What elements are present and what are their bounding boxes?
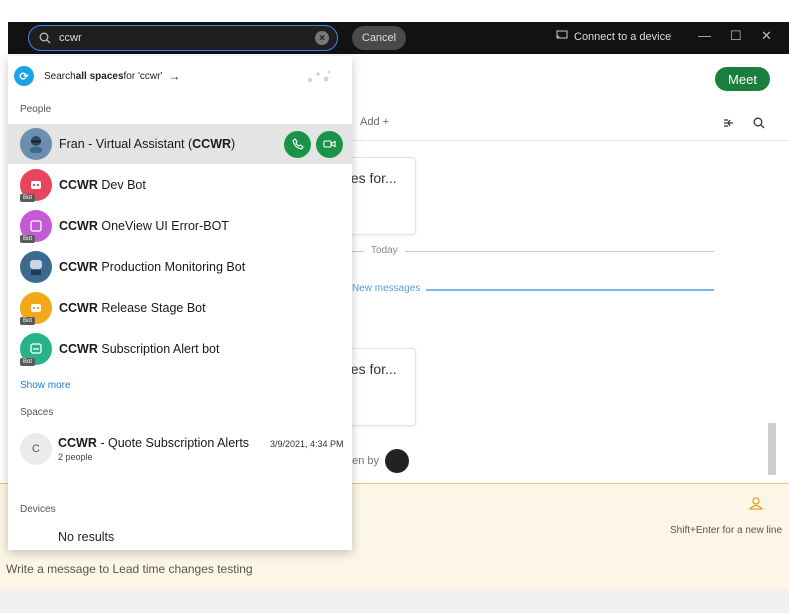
space-title: CCWR - Quote Subscription Alerts [58,436,250,450]
cancel-button[interactable]: Cancel [352,26,406,50]
bottom-strip [0,589,789,613]
no-results-text: No results [58,530,115,544]
shift-enter-hint: Shift+Enter for a new line [670,525,783,536]
clear-search-icon[interactable]: × [315,31,329,45]
person-name: CCWR OneView UI Error-BOT [59,219,229,233]
new-messages-label: New messages [346,283,427,294]
close-icon[interactable]: ✕ [761,28,772,44]
people-icon[interactable] [748,496,764,515]
person-result[interactable]: Bot CCWR Release Stage Bot [8,288,352,328]
audio-call-button[interactable] [284,130,311,158]
person-result[interactable]: Bot CCWR Dev Bot [8,165,352,205]
maximize-icon[interactable]: ☐ [730,28,742,44]
bot-avatar: Bot [20,210,52,243]
person-result[interactable]: CCWR Production Monitoring Bot [8,247,352,287]
devices-section-label: Devices [20,504,56,515]
connect-device-button[interactable]: Connect to a device [556,30,671,43]
person-name: CCWR Subscription Alert bot [59,342,220,356]
video-call-button[interactable] [316,130,343,158]
space-subtitle: 2 people [58,452,93,462]
space-text: CCWR - Quote Subscription Alerts 2 peopl… [58,436,249,462]
person-name: Fran - Virtual Assistant (CCWR) [59,137,236,151]
search-all-bold: all spaces [75,70,124,82]
person-result[interactable]: Fran - Virtual Assistant (CCWR) [8,124,352,164]
bot-badge: Bot [20,235,36,243]
minimize-icon[interactable]: — [698,28,711,43]
space-result[interactable]: C CCWR - Quote Subscription Alerts 2 peo… [20,430,350,468]
space-avatar: C [20,433,52,465]
search-all-spaces-link[interactable]: ⟳ Search all spaces for 'ccwr' → [14,66,180,86]
connect-label: Connect to a device [574,30,672,43]
header-icons [722,116,765,134]
app-window: × Cancel Connect to a device — ☐ ✕ Meet … [0,0,789,613]
bot-avatar: Bot [20,169,52,202]
person-result[interactable]: Bot CCWR Subscription Alert bot [8,329,352,369]
show-more-link[interactable]: Show more [20,380,71,391]
title-bar: × Cancel Connect to a device — ☐ ✕ [8,22,789,54]
spaces-section-label: Spaces [20,407,54,418]
scrollbar[interactable] [768,423,776,475]
person-result[interactable]: Bot CCWR OneView UI Error-BOT [8,206,352,246]
people-section-label: People [20,104,52,115]
bot-badge: Bot [20,194,36,202]
avatar[interactable] [385,449,410,473]
loading-dots-icon [307,70,331,83]
message-input[interactable]: Write a message to Lead time changes tes… [6,562,253,576]
phone-icon [291,138,304,150]
today-label: Today [364,245,405,256]
search-box[interactable]: × [28,25,338,51]
bot-badge: Bot [20,358,36,366]
search-results-dropdown: ⟳ Search all spaces for 'ccwr' → People … [8,56,352,550]
seen-by: een by [346,449,410,473]
avatar [20,128,52,160]
cast-icon [556,30,568,43]
search-all-suffix: for 'ccwr' [123,70,163,82]
bot-avatar: Bot [20,333,52,366]
today-divider [352,251,714,252]
arrow-right-icon: → [168,69,181,83]
search-icon [37,30,53,46]
bot-avatar [20,251,52,283]
search-input[interactable] [59,32,315,44]
filter-icon[interactable] [722,116,735,134]
person-name: CCWR Release Stage Bot [59,301,206,315]
meet-button[interactable]: Meet [715,67,770,91]
person-name: CCWR Dev Bot [59,178,146,192]
search-spaces-icon: ⟳ [14,66,34,86]
search-messages-icon[interactable] [753,116,765,134]
video-icon [323,140,336,148]
add-people-link[interactable]: Add + [360,116,389,128]
header-divider [352,140,789,141]
space-timestamp: 3/9/2021, 4:34 PM [270,439,344,449]
bot-avatar: Bot [20,292,52,325]
person-name: CCWR Production Monitoring Bot [59,260,246,274]
search-all-prefix: Search [44,70,76,82]
bot-badge: Bot [20,317,36,325]
